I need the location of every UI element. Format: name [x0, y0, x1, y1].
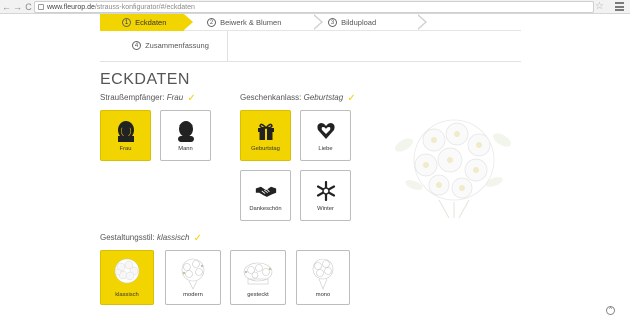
recipient-option-frau[interactable]: Frau	[100, 110, 151, 161]
tile-label: Mann	[178, 146, 193, 152]
style-value: klassisch	[156, 233, 190, 242]
check-icon: ✓	[347, 93, 356, 104]
url-text: www.fleurop.de/strauss-konfigurator/#/ec…	[47, 4, 195, 11]
tile-label: Dankeschön	[249, 206, 282, 212]
recipient-value: Frau	[166, 93, 184, 102]
occasion-option-geburtstag[interactable]: Geburtstag	[240, 110, 291, 161]
step-separator	[417, 14, 427, 30]
tile-label: mono	[315, 292, 331, 298]
browser-toolbar: ← → C www.fleurop.de/strauss-konfigurato…	[0, 0, 630, 14]
bouquet-preview-image	[384, 110, 524, 220]
recipient-label-text: Straußempfänger:	[100, 93, 165, 102]
step-beiwerk-blumen[interactable]: 2 Beiwerk & Blumen	[207, 14, 281, 31]
occasion-label-text: Geschenkanlass:	[240, 93, 302, 102]
page-title: ECKDATEN	[100, 71, 190, 88]
occasion-option-dankeschoen[interactable]: Dankeschön	[240, 170, 291, 221]
check-icon: ✓	[193, 233, 203, 244]
configurator-stepper: 1 Eckdaten 2 Beiwerk & Blumen 3 Bilduplo…	[100, 14, 521, 62]
style-label-text: Gestaltungsstil:	[100, 233, 155, 242]
tile-label: klassisch	[115, 292, 139, 298]
browser-menu-icon[interactable]	[615, 2, 624, 11]
tile-label: Frau	[119, 146, 132, 152]
style-option-klassisch[interactable]: klassisch	[100, 250, 154, 305]
step-label: Beiwerk & Blumen	[220, 18, 282, 27]
gift-icon	[255, 120, 277, 142]
style-label: Gestaltungsstil: klassisch ✓	[100, 233, 202, 244]
forward-icon[interactable]: →	[13, 2, 22, 12]
bouquet-icon	[175, 255, 211, 291]
step-zusammenfassung[interactable]: 4 Zusammenfassung	[132, 37, 209, 54]
bouquet-icon	[240, 255, 276, 291]
recipient-label: Straußempfänger: Frau ✓	[100, 93, 196, 104]
tile-label: Liebe	[318, 146, 333, 152]
recipient-option-mann[interactable]: Mann	[160, 110, 211, 161]
occasion-value: Geburtstag	[303, 93, 344, 102]
occasion-option-winter[interactable]: Winter	[300, 170, 351, 221]
style-option-modern[interactable]: modern	[165, 250, 221, 305]
step-label: Bildupload	[341, 18, 377, 27]
step-eckdaten[interactable]: 1 Eckdaten	[100, 14, 193, 31]
style-option-mono[interactable]: mono	[296, 250, 350, 305]
man-icon	[175, 120, 197, 142]
occasion-option-liebe[interactable]: Liebe	[300, 110, 351, 161]
heart-icon	[315, 120, 337, 142]
woman-icon	[115, 120, 137, 142]
url-host: www.fleurop.de	[47, 3, 95, 11]
occasion-label: Geschenkanlass: Geburtstag ✓	[240, 93, 356, 104]
back-icon[interactable]: ←	[2, 2, 11, 12]
step-label: Zusammenfassung	[145, 41, 209, 50]
step-separator	[313, 14, 323, 30]
tile-label: gesteckt	[247, 292, 269, 298]
step-number: 4	[132, 41, 141, 50]
stepper-divider	[100, 61, 521, 62]
style-option-gesteckt[interactable]: gesteckt	[230, 250, 286, 305]
scroll-to-top-button[interactable]: ^	[606, 306, 615, 315]
tile-label: modern	[183, 292, 203, 298]
stepper-row: 1 Eckdaten 2 Beiwerk & Blumen 3 Bilduplo…	[100, 14, 521, 31]
bouquet-icon	[109, 255, 145, 291]
page-icon	[38, 4, 44, 10]
check-icon: ✓	[187, 93, 196, 104]
step-number: 3	[328, 18, 337, 27]
step-bildupload[interactable]: 3 Bildupload	[328, 14, 376, 31]
snowflake-icon	[315, 180, 337, 202]
step-number: 2	[207, 18, 216, 27]
step-label: Eckdaten	[135, 18, 167, 27]
stepper-row: 4 Zusammenfassung	[100, 31, 228, 61]
step-number: 1	[122, 18, 131, 27]
bouquet-icon	[305, 255, 341, 291]
address-bar[interactable]: www.fleurop.de/strauss-konfigurator/#/ec…	[34, 1, 594, 13]
tile-label: Geburtstag	[251, 146, 280, 152]
reload-icon[interactable]: C	[24, 2, 33, 12]
bookmark-star-icon[interactable]: ☆	[595, 1, 604, 13]
handshake-icon	[255, 180, 277, 202]
url-path: /strauss-konfigurator/#/eckdaten	[94, 3, 195, 11]
tile-label: Winter	[317, 206, 334, 212]
